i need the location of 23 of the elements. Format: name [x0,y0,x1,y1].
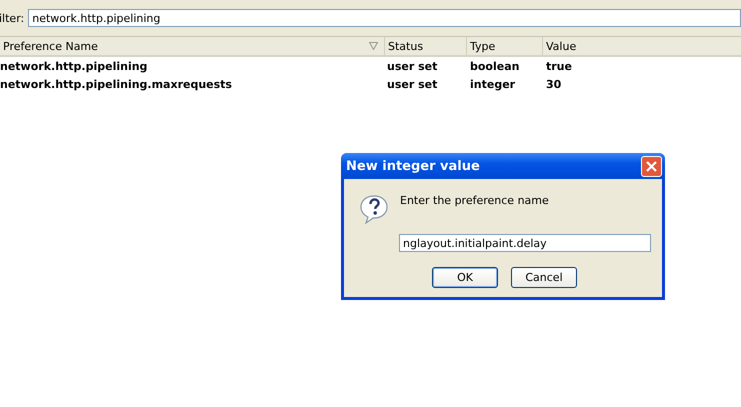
dialog-message: Enter the preference name [400,194,549,207]
table-cell-text: boolean [469,60,520,72]
sort-icon [369,42,378,50]
column-header[interactable]: Type [467,37,543,55]
ok-button[interactable]: OK [432,267,498,288]
dialog-title: New integer value [346,158,480,174]
table-cell-text: user set [386,78,438,90]
column-header[interactable]: Status [385,37,467,55]
close-button[interactable] [641,156,662,176]
table-cell-text: true [545,60,573,72]
table-cell-text: network.http.pipelining [0,60,148,72]
table-cell-text: integer [469,78,516,90]
column-header[interactable]: Preference Name [0,37,385,55]
table-cell-text: network.http.pipelining.maxrequests [0,78,233,90]
question-icon [358,193,390,225]
close-icon [645,160,658,172]
preference-name-field[interactable]: nglayout.initialpaint.delay [399,234,651,252]
filter-label: ilter: [0,12,24,24]
filter-field[interactable]: network.http.pipelining [28,9,741,27]
cancel-button[interactable]: Cancel [511,267,577,288]
table-cell-text: user set [386,60,438,72]
column-header[interactable]: Value [543,37,741,55]
table-cell-text: 30 [545,78,562,90]
